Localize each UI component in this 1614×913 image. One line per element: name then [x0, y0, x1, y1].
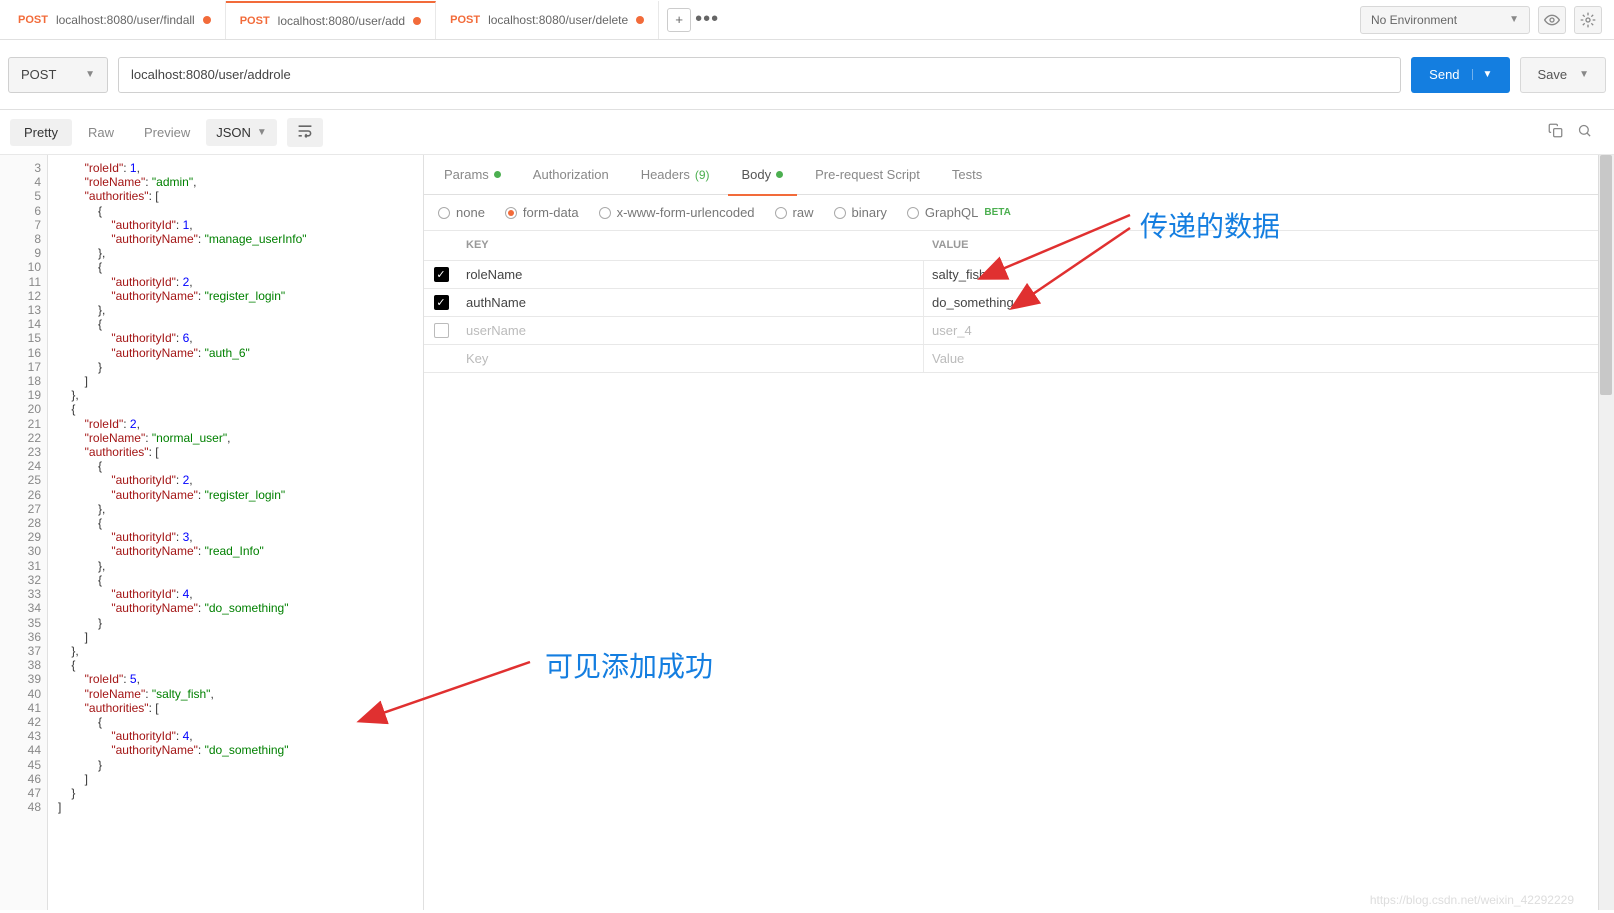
headers-count: (9) [695, 168, 710, 182]
tab-delete[interactable]: POST localhost:8080/user/delete [436, 1, 659, 39]
method-label: POST [450, 14, 480, 26]
request-panel: Params Authorization Headers (9) Body Pr… [423, 155, 1614, 910]
scrollbar-thumb[interactable] [1600, 155, 1612, 395]
tab-url: localhost:8080/user/add [278, 14, 405, 28]
table-row[interactable]: ✓ roleName salty_fish [424, 261, 1614, 289]
request-tabs: Params Authorization Headers (9) Body Pr… [424, 155, 1614, 195]
tab-body[interactable]: Body [728, 155, 798, 195]
method-select[interactable]: POST ▼ [8, 57, 108, 93]
search-icon [1577, 123, 1592, 138]
view-preview[interactable]: Preview [130, 119, 204, 146]
tab-prerequest[interactable]: Pre-request Script [801, 155, 934, 195]
col-value: VALUE [924, 231, 1614, 260]
search-button[interactable] [1577, 123, 1592, 141]
beta-badge: BETA [984, 207, 1010, 218]
table-row[interactable]: ✓ authName do_something [424, 289, 1614, 317]
key-cell[interactable]: roleName [458, 261, 924, 288]
chevron-down-icon: ▼ [1509, 14, 1519, 25]
table-row[interactable]: userName user_4 [424, 317, 1614, 345]
tab-url: localhost:8080/user/findall [56, 13, 195, 27]
wrap-toggle[interactable] [287, 118, 323, 147]
save-label: Save [1537, 67, 1567, 82]
send-label: Send [1429, 67, 1459, 82]
view-raw[interactable]: Raw [74, 119, 128, 146]
response-viewbar: Pretty Raw Preview JSON ▼ [0, 110, 1614, 155]
unsaved-dot-icon [203, 16, 211, 24]
checkbox[interactable]: ✓ [434, 267, 449, 282]
method-value: POST [21, 67, 56, 82]
key-placeholder[interactable]: Key [458, 345, 924, 372]
tab-more-button[interactable]: ••• [695, 8, 719, 32]
new-tab-button[interactable]: + [667, 8, 691, 32]
chevron-down-icon: ▼ [257, 127, 267, 138]
table-head: KEY VALUE [424, 231, 1614, 261]
tab-url: localhost:8080/user/delete [488, 13, 628, 27]
tab-tests[interactable]: Tests [938, 155, 996, 195]
environment-label: No Environment [1371, 13, 1457, 27]
tab-findall[interactable]: POST localhost:8080/user/findall [4, 1, 226, 39]
save-button[interactable]: Save ▼ [1520, 57, 1606, 93]
radio-none[interactable]: none [438, 205, 485, 220]
environment-quicklook-button[interactable] [1538, 6, 1566, 34]
environment-select[interactable]: No Environment ▼ [1360, 6, 1530, 34]
value-cell[interactable]: salty_fish [924, 261, 1614, 288]
copy-button[interactable] [1548, 123, 1563, 141]
wrap-icon [297, 124, 313, 138]
tab-authorization[interactable]: Authorization [519, 155, 623, 195]
radio-raw[interactable]: raw [775, 205, 814, 220]
value-cell[interactable]: user_4 [924, 317, 1614, 344]
line-gutter: 3456789101112131415161718192021222324252… [0, 155, 48, 910]
key-cell[interactable]: authName [458, 289, 924, 316]
tab-headers[interactable]: Headers (9) [627, 155, 724, 195]
tab-bar: POST localhost:8080/user/findall POST lo… [0, 0, 1614, 40]
checkbox[interactable]: ✓ [434, 295, 449, 310]
status-dot-icon [494, 171, 501, 178]
chevron-down-icon: ▼ [85, 69, 95, 80]
format-label: JSON [216, 125, 251, 140]
url-input[interactable] [118, 57, 1401, 93]
watermark: https://blog.csdn.net/weixin_42292229 [1370, 893, 1574, 907]
gear-icon [1580, 12, 1596, 28]
radio-graphql[interactable]: GraphQLBETA [907, 205, 1011, 220]
chevron-down-icon: ▼ [1579, 69, 1589, 80]
table-row-empty[interactable]: Key Value [424, 345, 1614, 373]
key-cell[interactable]: userName [458, 317, 924, 344]
col-key: KEY [458, 231, 924, 260]
method-label: POST [18, 14, 48, 26]
settings-button[interactable] [1574, 6, 1602, 34]
view-pretty[interactable]: Pretty [10, 119, 72, 146]
radio-xwww[interactable]: x-www-form-urlencoded [599, 205, 755, 220]
scrollbar-track[interactable] [1598, 155, 1614, 910]
value-placeholder[interactable]: Value [924, 345, 1614, 372]
main-area: 3456789101112131415161718192021222324252… [0, 155, 1614, 910]
chevron-down-icon: ▼ [1472, 69, 1493, 80]
value-cell[interactable]: do_something [924, 289, 1614, 316]
radio-binary[interactable]: binary [834, 205, 887, 220]
status-dot-icon [776, 171, 783, 178]
response-code[interactable]: "roleId": 1, "roleName": "admin", "autho… [48, 155, 423, 910]
tab-params[interactable]: Params [430, 155, 515, 195]
eye-icon [1544, 12, 1560, 28]
send-button[interactable]: Send ▼ [1411, 57, 1510, 93]
checkbox[interactable] [434, 323, 449, 338]
unsaved-dot-icon [413, 17, 421, 25]
request-bar: POST ▼ Send ▼ Save ▼ [0, 40, 1614, 110]
body-type-row: none form-data x-www-form-urlencoded raw… [424, 195, 1614, 231]
form-data-table: KEY VALUE ✓ roleName salty_fish ✓ authNa… [424, 231, 1614, 373]
format-select[interactable]: JSON ▼ [206, 119, 277, 146]
unsaved-dot-icon [636, 16, 644, 24]
tab-add[interactable]: POST localhost:8080/user/add [226, 1, 436, 39]
method-label: POST [240, 15, 270, 27]
radio-formdata[interactable]: form-data [505, 205, 579, 220]
copy-icon [1548, 123, 1563, 138]
